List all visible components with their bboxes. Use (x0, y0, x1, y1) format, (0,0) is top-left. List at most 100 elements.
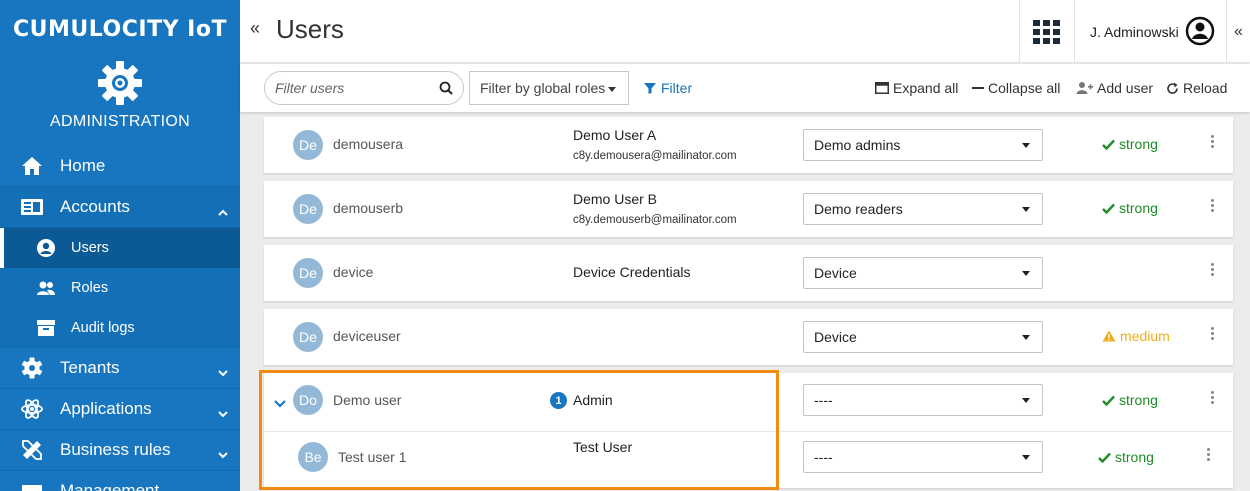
username[interactable]: demouserb (333, 200, 403, 216)
caret-down-icon (1022, 271, 1030, 276)
user-group-select[interactable]: Demo readers (803, 193, 1043, 225)
filter-button[interactable]: Filter (644, 80, 692, 96)
avatar: De (293, 258, 323, 288)
user-row[interactable]: De deviceuser Device medium (264, 309, 1233, 365)
sub-user-group-select[interactable]: ---- (803, 441, 1043, 473)
password-strength: medium (1102, 328, 1170, 344)
app-switcher-button[interactable] (1019, 0, 1075, 63)
sub-user-full-name: Test User (573, 439, 633, 455)
more-actions-icon[interactable] (1207, 195, 1217, 219)
password-strength: strong (1102, 392, 1158, 408)
chevron-down-icon[interactable] (274, 395, 286, 413)
home-icon (20, 154, 44, 178)
password-strength-label: strong (1115, 449, 1154, 465)
search-box (264, 71, 464, 105)
sidebar-item-applications[interactable]: Applications (0, 389, 240, 430)
sidebar-item-accounts[interactable]: Accounts (0, 187, 240, 228)
header: « Users J. Adminowski « (240, 0, 1250, 63)
sidebar-item-label: Audit logs (71, 320, 135, 336)
sidebar-item-audit-logs[interactable]: Audit logs (0, 308, 240, 348)
add-user-button[interactable]: Add user (1076, 80, 1153, 96)
sidebar-item-label: Tenants (60, 358, 120, 377)
username[interactable]: device (333, 264, 373, 280)
gear-icon (20, 356, 44, 380)
sidebar-item-label: Accounts (60, 197, 130, 216)
atom-icon (20, 397, 44, 421)
more-actions-icon[interactable] (1207, 131, 1217, 155)
user-role-label: Admin (573, 392, 613, 408)
user-group-select[interactable]: Device (803, 321, 1043, 353)
expand-all-button[interactable]: Expand all (875, 80, 958, 96)
window-icon (875, 82, 889, 94)
more-actions-icon[interactable] (1207, 259, 1217, 283)
sidebar-item-roles[interactable]: Roles (0, 268, 240, 308)
user-full-name: Device Credentials (573, 264, 691, 280)
sidebar: CUMULOCITY IoT ADMINISTRATION Home Accou… (0, 0, 240, 491)
more-actions-icon[interactable] (1207, 323, 1217, 347)
brand-logo: CUMULOCITY IoT (13, 16, 227, 42)
sidebar-nav: Home Accounts Users Roles Audit logs Ten… (0, 146, 240, 491)
chevron-down-icon (218, 403, 228, 423)
grid-icon (1033, 19, 1060, 44)
filter-label: Filter (661, 80, 693, 96)
page-title: Users (276, 14, 344, 44)
collapse-all-label: Collapse all (988, 80, 1061, 96)
sidebar-item-users[interactable]: Users (0, 228, 240, 268)
collapse-all-button[interactable]: Collapse all (972, 80, 1060, 96)
sidebar-item-management[interactable]: Management (0, 471, 240, 491)
user-row[interactable]: De device Device Credentials Device (264, 245, 1233, 301)
management-icon (20, 479, 44, 491)
user-group-value: Device (814, 265, 857, 281)
password-strength-label: strong (1119, 136, 1158, 152)
check-icon (1102, 203, 1115, 214)
more-actions-icon[interactable] (1203, 444, 1213, 468)
user-group-value: Demo readers (814, 201, 903, 217)
search-input[interactable] (265, 80, 430, 96)
reload-icon (1167, 82, 1178, 94)
password-strength-label: medium (1120, 328, 1170, 344)
password-strength: strong (1098, 449, 1154, 465)
sidebar-item-business-rules[interactable]: Business rules (0, 430, 240, 471)
sidebar-item-home[interactable]: Home (0, 146, 240, 187)
user-full-name: Demo User B (573, 191, 658, 207)
user-row[interactable]: De demousera Demo User A c8y.demousera@m… (264, 117, 1233, 173)
caret-down-icon (1022, 335, 1030, 340)
user-avatar-icon[interactable] (1185, 16, 1215, 51)
search-icon[interactable] (439, 81, 453, 100)
caret-down-icon (1022, 455, 1030, 460)
password-strength: strong (1102, 200, 1158, 216)
expand-all-label: Expand all (893, 80, 959, 96)
reload-button[interactable]: Reload (1166, 80, 1227, 96)
user-group-select[interactable]: Device (803, 257, 1043, 289)
expanded-user-row[interactable]: Do Demo user 1 Admin ---- strong Be Test… (264, 373, 1233, 488)
user-group-select[interactable]: ---- (803, 384, 1043, 416)
ruler-pencil-icon (20, 438, 44, 462)
check-icon (1102, 139, 1115, 150)
caret-down-icon (1022, 207, 1030, 212)
warning-icon (1102, 330, 1116, 342)
collapse-sidebar-button[interactable]: « (250, 18, 260, 39)
password-strength: strong (1102, 136, 1158, 152)
check-icon (1102, 395, 1115, 406)
sidebar-item-tenants[interactable]: Tenants (0, 348, 240, 389)
username[interactable]: Demo user (333, 392, 401, 408)
user-email: c8y.demouserb@mailinator.com (573, 214, 737, 226)
user-row[interactable]: De demouserb Demo User B c8y.demouserb@m… (264, 181, 1233, 237)
right-drawer-toggle[interactable]: « (1226, 0, 1250, 63)
app-name: ADMINISTRATION (50, 113, 190, 130)
user-group-select[interactable]: Demo admins (803, 129, 1043, 161)
username[interactable]: deviceuser (333, 328, 401, 344)
sub-user-username[interactable]: Test user 1 (338, 449, 406, 465)
user-group-value: Device (814, 329, 857, 345)
more-actions-icon[interactable] (1207, 387, 1217, 411)
global-roles-filter-select[interactable]: Filter by global roles (469, 71, 629, 105)
caret-down-icon (1022, 143, 1030, 148)
avatar: De (293, 194, 323, 224)
add-user-icon (1076, 82, 1093, 94)
username[interactable]: demousera (333, 136, 403, 152)
current-user-name[interactable]: J. Adminowski (1090, 24, 1179, 40)
avatar: De (293, 130, 323, 160)
chevron-up-icon (218, 201, 228, 221)
funnel-icon (644, 83, 656, 94)
sub-user-count-badge: 1 (550, 392, 567, 409)
